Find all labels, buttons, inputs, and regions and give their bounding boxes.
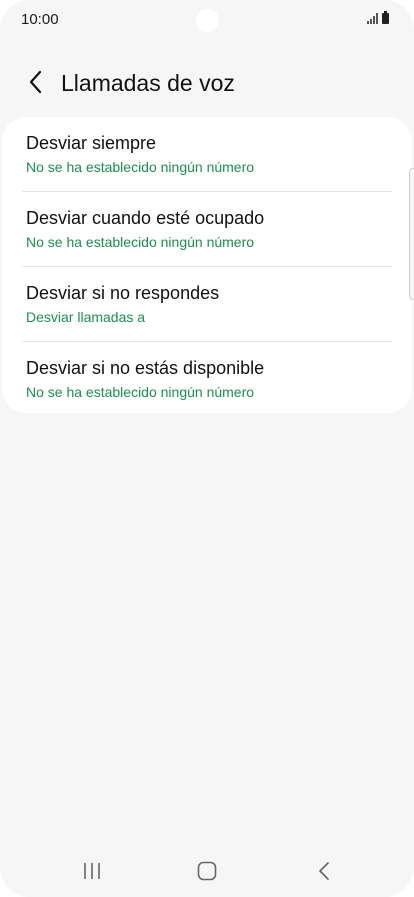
forwarding-options-card: Desviar siempre No se ha establecido nin…: [2, 117, 412, 413]
option-always-forward[interactable]: Desviar siempre No se ha establecido nin…: [2, 117, 412, 191]
app-header: Llamadas de voz: [0, 62, 414, 106]
status-bar: 10:00: [0, 0, 414, 40]
option-subtitle: No se ha establecido ningún número: [26, 384, 255, 400]
back-icon: [319, 862, 329, 880]
option-title: Desviar cuando esté ocupado: [26, 208, 265, 228]
recents-icon: [84, 863, 100, 879]
phone-screen: 10:00 Llamadas de voz Desviar siempre No…: [0, 0, 414, 897]
chevron-left-icon: [29, 70, 42, 94]
option-title: Desviar siempre: [26, 133, 157, 153]
signal-icon: [367, 13, 378, 24]
camera-cutout: [196, 9, 219, 32]
back-button[interactable]: [20, 66, 52, 98]
page-title: Llamadas de voz: [61, 70, 235, 96]
home-button[interactable]: [187, 855, 227, 887]
option-title: Desviar si no respondes: [26, 283, 220, 303]
option-forward-when-busy[interactable]: Desviar cuando esté ocupado No se ha est…: [2, 192, 412, 266]
status-icons: [367, 11, 389, 24]
nav-back-button[interactable]: [304, 855, 344, 887]
recents-button[interactable]: [72, 855, 112, 887]
option-forward-when-unreachable[interactable]: Desviar si no estás disponible No se ha …: [2, 342, 412, 413]
scrollbar[interactable]: [409, 168, 414, 300]
navigation-bar: [0, 847, 414, 897]
battery-icon: [382, 11, 389, 24]
home-icon: [197, 861, 217, 881]
option-subtitle: No se ha establecido ningún número: [26, 159, 255, 175]
option-subtitle: Desviar llamadas a: [26, 309, 146, 325]
option-subtitle: No se ha establecido ningún número: [26, 234, 255, 250]
option-forward-when-unanswered[interactable]: Desviar si no respondes Desviar llamadas…: [2, 267, 412, 341]
status-time: 10:00: [21, 11, 59, 28]
option-title: Desviar si no estás disponible: [26, 358, 265, 378]
